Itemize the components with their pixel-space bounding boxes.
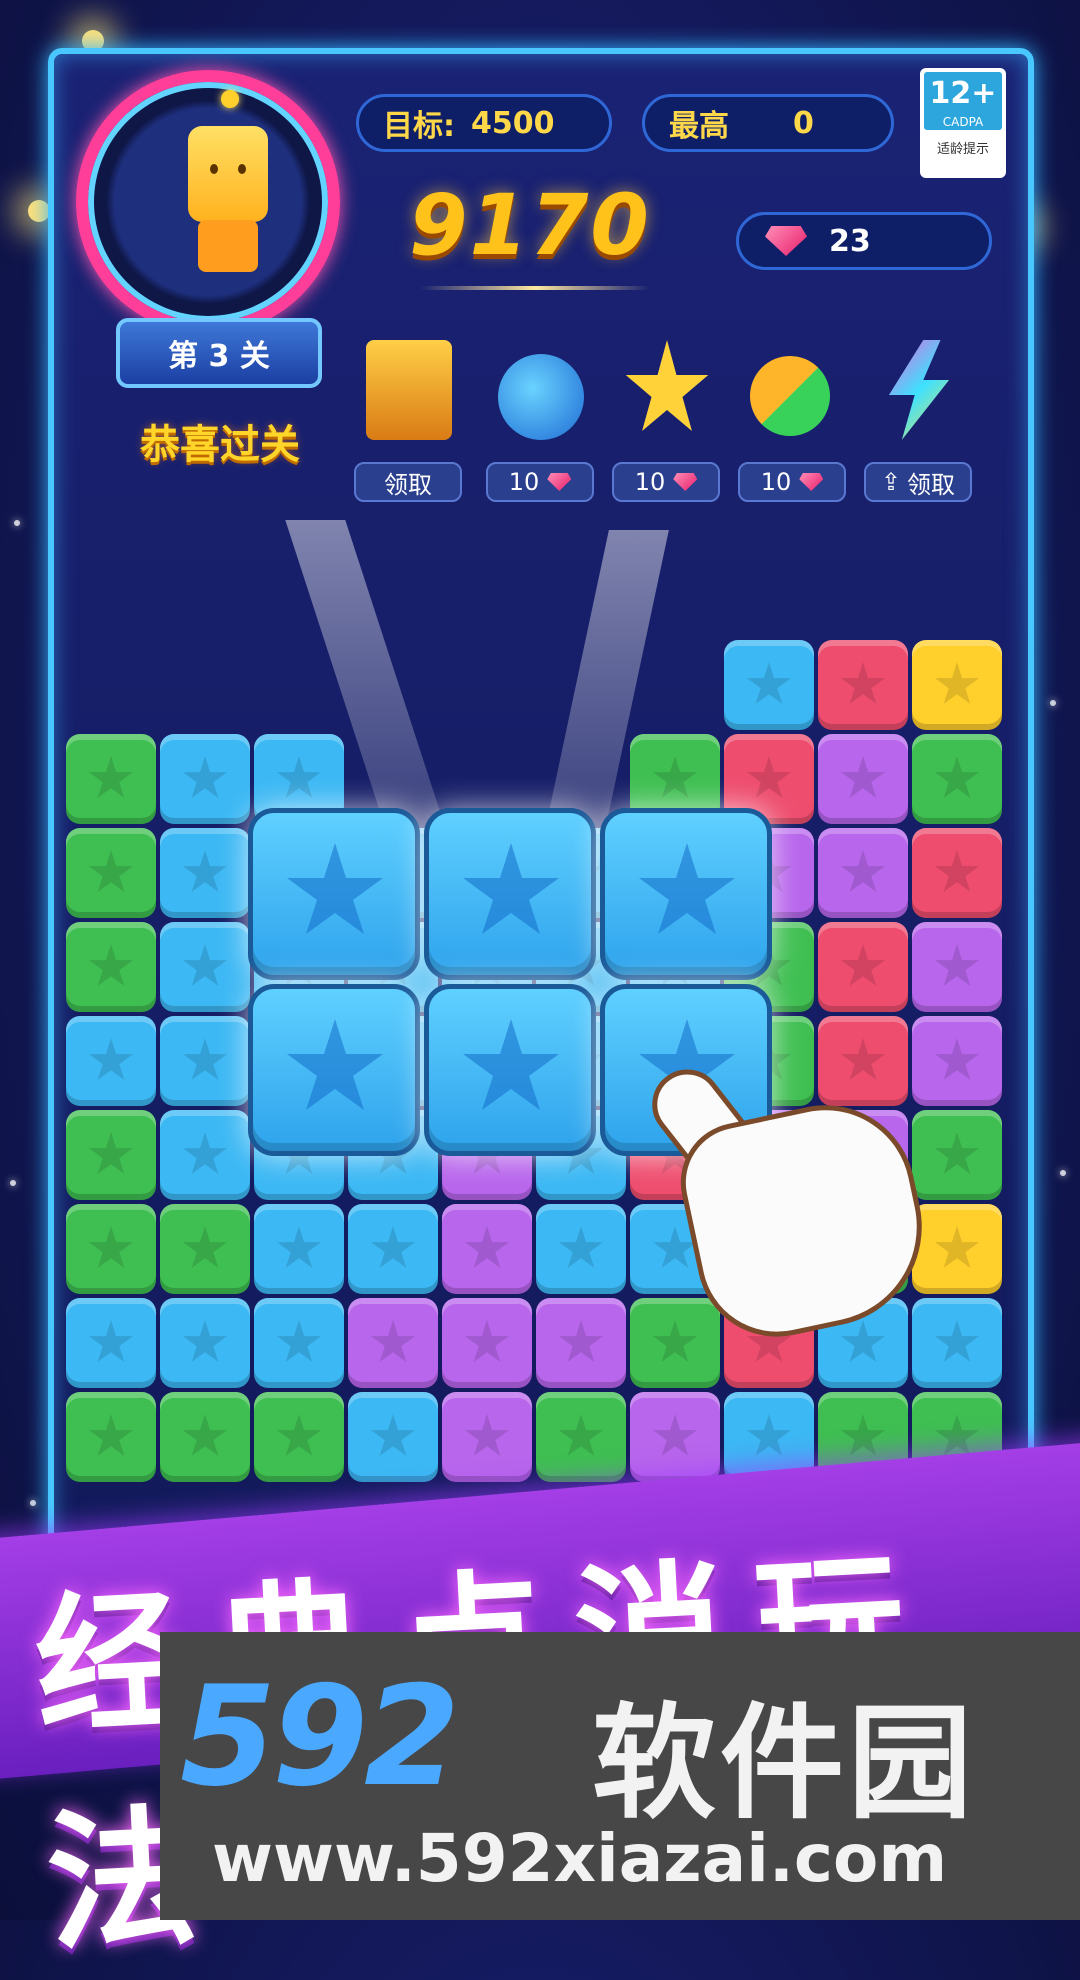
- green-star-block[interactable]: [630, 1298, 720, 1388]
- gem-icon: [673, 473, 698, 491]
- magic-star-cost-button[interactable]: 10: [612, 462, 720, 502]
- age-rating-org: CADPA: [942, 115, 984, 129]
- blue-star-block[interactable]: [160, 734, 250, 824]
- green-star-block[interactable]: [912, 1110, 1002, 1200]
- player-avatar[interactable]: [76, 70, 340, 334]
- tool-lightning[interactable]: ⇪ 领取: [864, 340, 974, 502]
- target-value: 4500: [471, 105, 555, 141]
- red-star-block[interactable]: [912, 828, 1002, 918]
- green-star-block[interactable]: [66, 922, 156, 1012]
- level-cleared-text: 恭喜过关: [140, 422, 300, 468]
- bomb-cost-button[interactable]: 10: [486, 462, 594, 502]
- mascot-antenna: [221, 90, 239, 108]
- blue-star-block[interactable]: [66, 1016, 156, 1106]
- gem-icon: [547, 473, 572, 491]
- purple-star-block[interactable]: [536, 1298, 626, 1388]
- star-icon: [639, 843, 735, 934]
- tool-bomb[interactable]: 10: [486, 340, 596, 502]
- target-score-pill: 目标: 4500: [356, 94, 612, 152]
- current-score: 9170: [409, 176, 651, 274]
- watermark-logo: 592: [180, 1656, 460, 1817]
- tool-treasure-chest[interactable]: 领取: [354, 340, 464, 502]
- red-star-block[interactable]: [818, 1016, 908, 1106]
- blue-star-block[interactable]: [536, 1204, 626, 1294]
- purple-star-block[interactable]: [630, 1392, 720, 1482]
- star-icon: [463, 1019, 559, 1110]
- blue-star-block[interactable]: [254, 1204, 344, 1294]
- yellow-star-block[interactable]: [912, 640, 1002, 730]
- highlighted-tile[interactable]: [600, 808, 772, 980]
- highlighted-tile[interactable]: [424, 984, 596, 1156]
- green-star-block[interactable]: [66, 1110, 156, 1200]
- green-star-block[interactable]: [66, 828, 156, 918]
- star-icon: [463, 843, 559, 934]
- purple-star-block[interactable]: [912, 1016, 1002, 1106]
- mascot-body: [198, 220, 258, 272]
- green-star-block[interactable]: [254, 1392, 344, 1482]
- highlighted-tile[interactable]: [248, 984, 420, 1156]
- bomb-icon: [498, 354, 584, 440]
- purple-star-block[interactable]: [818, 734, 908, 824]
- gem-counter[interactable]: 23: [736, 212, 992, 270]
- mascot-head: [188, 126, 268, 222]
- treasure-chest-icon: [366, 340, 452, 440]
- claim-chest-button[interactable]: 领取: [354, 462, 462, 502]
- yellow-star-block[interactable]: [912, 1204, 1002, 1294]
- blue-star-block[interactable]: [160, 1110, 250, 1200]
- gem-icon: [765, 226, 807, 256]
- green-star-block[interactable]: [912, 734, 1002, 824]
- score-underline: [420, 286, 650, 290]
- green-star-block[interactable]: [66, 1204, 156, 1294]
- purple-star-block[interactable]: [442, 1298, 532, 1388]
- swap-cost-button[interactable]: 10: [738, 462, 846, 502]
- green-star-block[interactable]: [66, 734, 156, 824]
- blue-star-block[interactable]: [160, 1016, 250, 1106]
- level-badge: 第 3 关: [116, 318, 322, 388]
- watermark-url: www.592xiazai.com: [212, 1820, 948, 1897]
- site-watermark: 592 软件园 www.592xiazai.com: [160, 1632, 1080, 1920]
- blue-star-block[interactable]: [160, 1298, 250, 1388]
- blue-star-block[interactable]: [160, 828, 250, 918]
- purple-star-block[interactable]: [912, 922, 1002, 1012]
- green-star-block[interactable]: [160, 1392, 250, 1482]
- blue-star-block[interactable]: [724, 640, 814, 730]
- blue-star-block[interactable]: [912, 1298, 1002, 1388]
- gem-icon: [799, 473, 824, 491]
- green-star-block[interactable]: [536, 1392, 626, 1482]
- purple-star-block[interactable]: [442, 1392, 532, 1482]
- purple-star-block[interactable]: [442, 1204, 532, 1294]
- rainbow-lightning-icon: [888, 340, 950, 440]
- share-icon: ⇪: [880, 468, 902, 496]
- magic-star-icon: [625, 340, 709, 431]
- age-rating-badge: 12+ CADPA 适龄提示: [920, 68, 1006, 178]
- gem-count: 23: [829, 223, 871, 259]
- blue-star-block[interactable]: [160, 922, 250, 1012]
- highlighted-tile[interactable]: [248, 808, 420, 980]
- blue-star-block[interactable]: [348, 1204, 438, 1294]
- purple-star-block[interactable]: [818, 828, 908, 918]
- blue-star-block[interactable]: [348, 1392, 438, 1482]
- green-star-block[interactable]: [160, 1204, 250, 1294]
- tool-magic-star[interactable]: 10: [612, 340, 722, 502]
- star-icon: [287, 843, 383, 934]
- target-label: 目标:: [383, 109, 455, 144]
- claim-lightning-button[interactable]: ⇪ 领取: [864, 462, 972, 502]
- green-star-block[interactable]: [66, 1392, 156, 1482]
- blue-star-block[interactable]: [254, 1298, 344, 1388]
- red-star-block[interactable]: [818, 922, 908, 1012]
- age-rating-note: 适龄提示: [936, 142, 989, 157]
- age-rating: 12+: [929, 76, 997, 111]
- watermark-site-name: 软件园: [592, 1692, 977, 1836]
- red-star-block[interactable]: [818, 640, 908, 730]
- tool-swap[interactable]: 10: [738, 340, 848, 502]
- purple-star-block[interactable]: [348, 1298, 438, 1388]
- star-icon: [287, 1019, 383, 1110]
- best-label: 最高: [669, 109, 729, 144]
- best-value: 0: [793, 105, 814, 141]
- best-score-pill: 最高 0: [642, 94, 894, 152]
- highlighted-tile[interactable]: [424, 808, 596, 980]
- blue-star-block[interactable]: [66, 1298, 156, 1388]
- swap-icon: [750, 356, 830, 436]
